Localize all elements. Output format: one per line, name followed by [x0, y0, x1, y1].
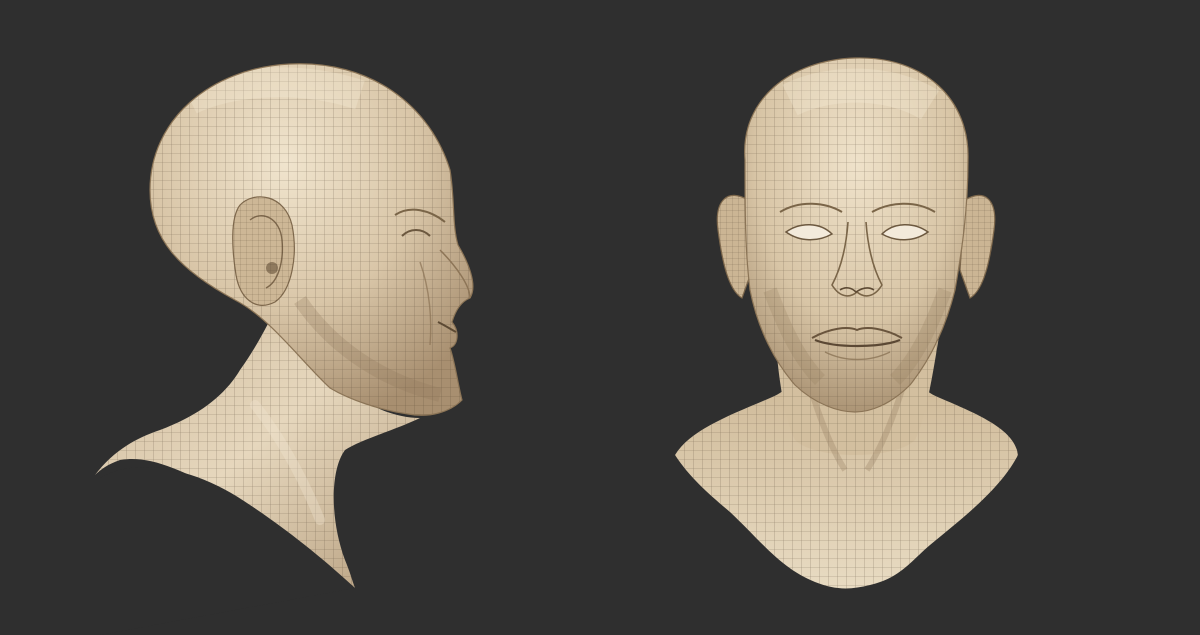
wireframe-heads-canvas	[95, 57, 1018, 635]
head-front-wireframe-icon	[675, 57, 1018, 589]
sculpt-viewport	[0, 0, 1200, 635]
head-profile-wireframe-icon	[95, 63, 474, 635]
ear-icon	[232, 196, 295, 306]
